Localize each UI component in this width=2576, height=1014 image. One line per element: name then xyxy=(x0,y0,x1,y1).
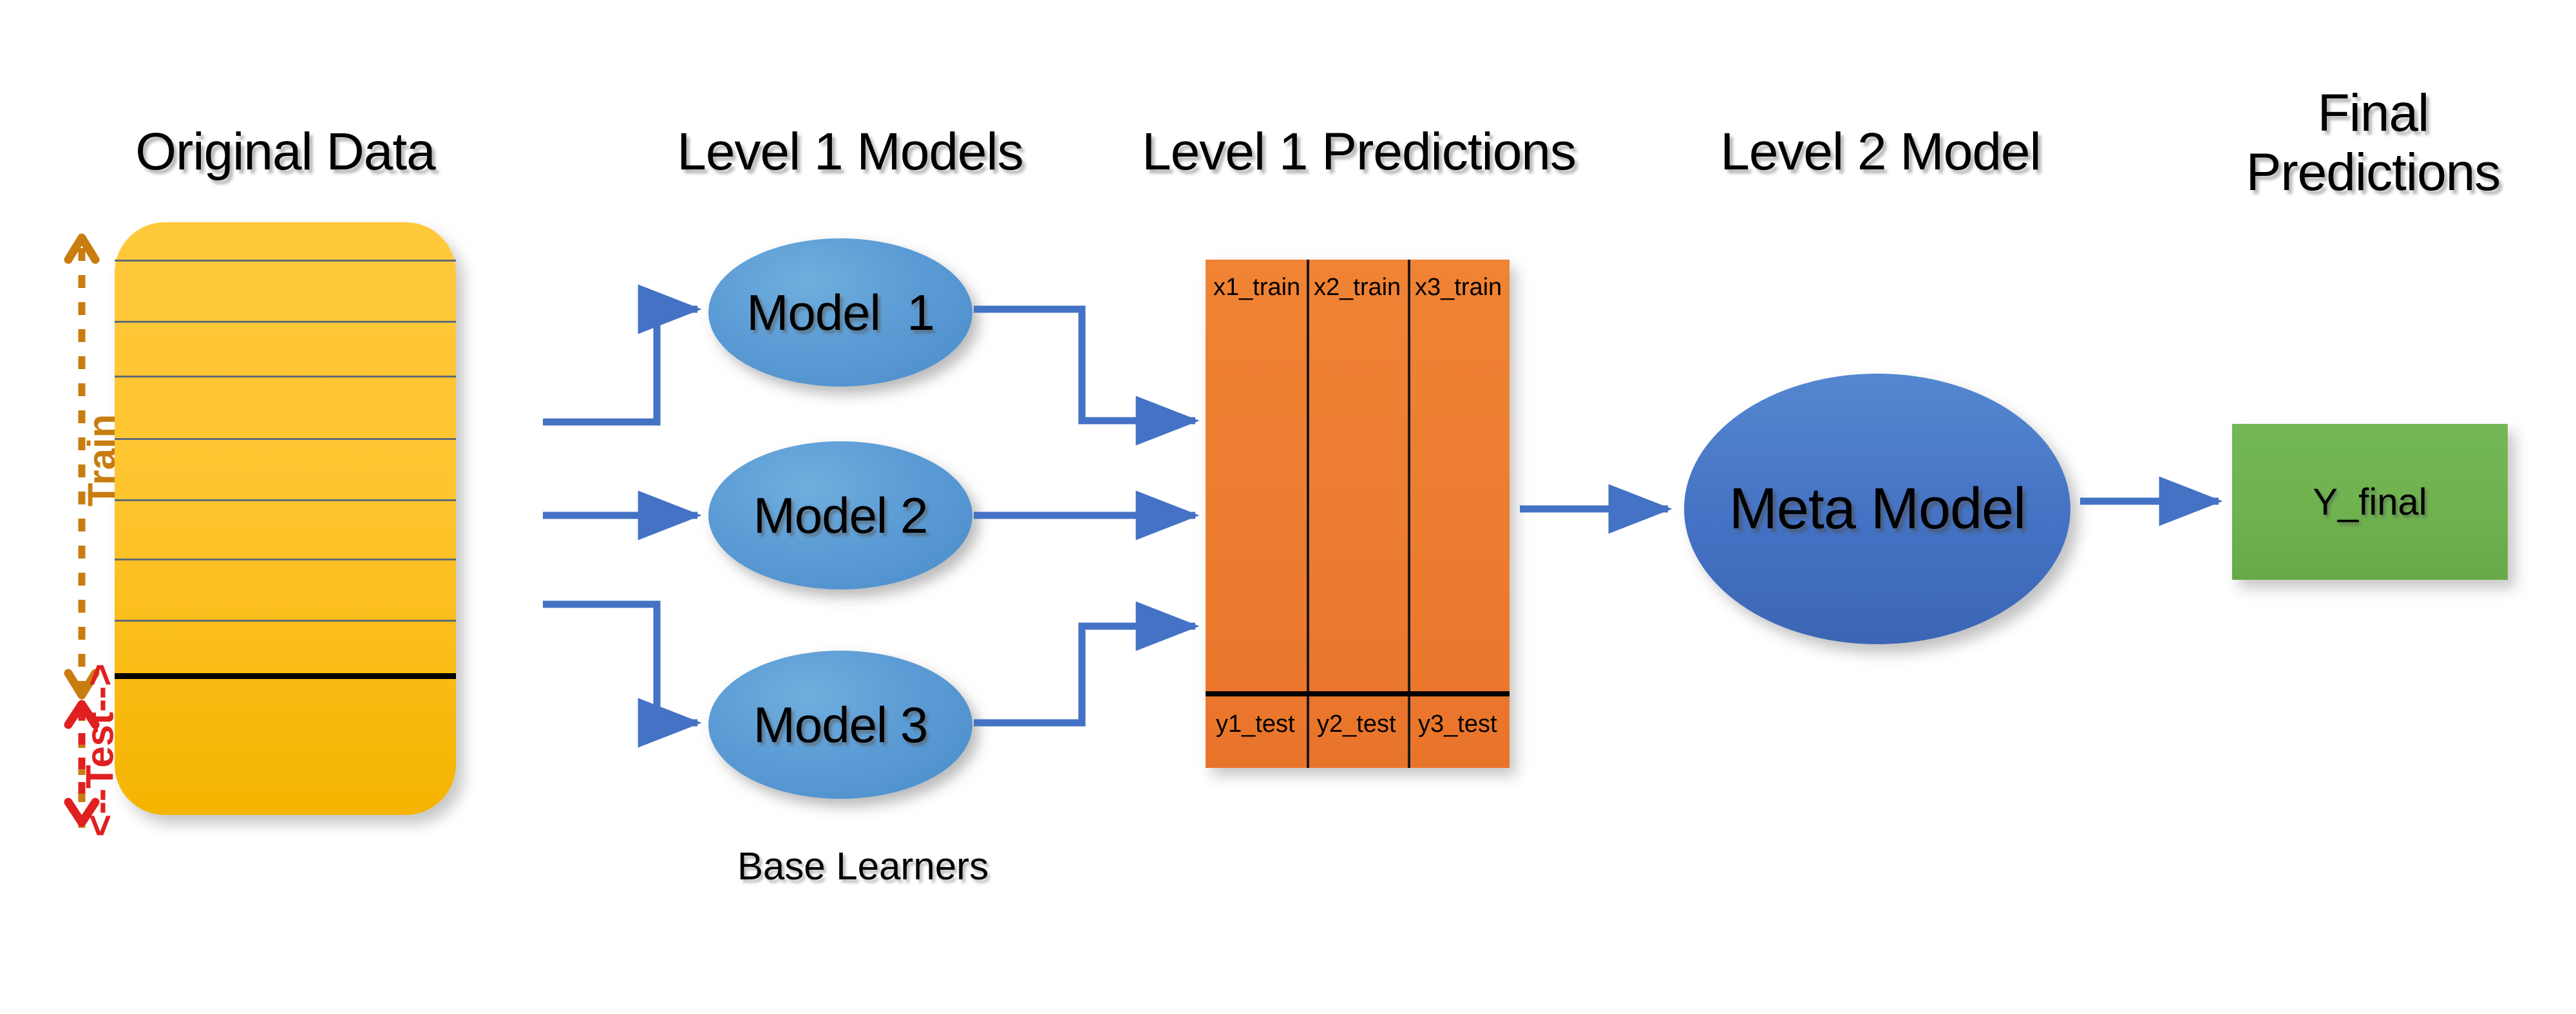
data-row-divider xyxy=(115,376,456,378)
data-row-divider xyxy=(115,438,456,440)
base-learners-caption: Base Learners xyxy=(737,845,989,888)
base-model-1-label: Model 1 xyxy=(746,283,934,341)
data-row-divider xyxy=(115,559,456,560)
level-1-predictions-table: x1_train x2_train x3_train y1_test y2_te… xyxy=(1206,260,1510,768)
base-model-2[interactable]: Model 2 xyxy=(708,441,972,589)
train-test-split-line xyxy=(115,673,456,679)
data-row-divider xyxy=(115,260,456,262)
base-model-1[interactable]: Model 1 xyxy=(708,238,972,387)
heading-final-predictions: Final Predictions xyxy=(2246,84,2501,202)
connector-data-to-model-3 xyxy=(543,600,702,748)
pred-train-test-split-line xyxy=(1206,691,1510,696)
meta-model-label: Meta Model xyxy=(1728,476,2026,541)
meta-model-ellipse[interactable]: Meta Model xyxy=(1684,374,2070,644)
pred-header-x3-train: x3_train xyxy=(1415,274,1502,301)
base-model-2-label: Model 2 xyxy=(753,486,928,544)
pred-header-y1-test: y1_test xyxy=(1216,711,1295,738)
heading-level-1-models: Level 1 Models xyxy=(677,122,1024,181)
connector-data-to-model-1 xyxy=(543,284,702,426)
pred-header-x2-train: x2_train xyxy=(1314,274,1401,301)
original-data-block xyxy=(115,222,456,815)
final-prediction-box[interactable]: Y_final xyxy=(2232,424,2508,580)
base-model-3[interactable]: Model 3 xyxy=(708,651,972,799)
pred-header-y3-test: y3_test xyxy=(1418,711,1497,738)
pred-header-y2-test: y2_test xyxy=(1317,711,1396,738)
heading-level-2-model: Level 2 Model xyxy=(1720,122,2041,181)
data-row-divider xyxy=(115,620,456,622)
pred-header-x1-train: x1_train xyxy=(1213,274,1301,301)
heading-level-1-predictions: Level 1 Predictions xyxy=(1142,122,1577,181)
data-row-divider xyxy=(115,321,456,323)
connector-model-3-to-predictions xyxy=(974,601,1200,727)
diagram-canvas: Original Data Level 1 Models Level 1 Pre… xyxy=(0,0,2576,1014)
base-model-3-label: Model 3 xyxy=(753,696,928,753)
connector-model-1-to-predictions xyxy=(974,305,1200,446)
heading-original-data: Original Data xyxy=(135,122,436,181)
data-row-divider xyxy=(115,499,456,501)
final-prediction-label: Y_final xyxy=(2313,481,2427,523)
